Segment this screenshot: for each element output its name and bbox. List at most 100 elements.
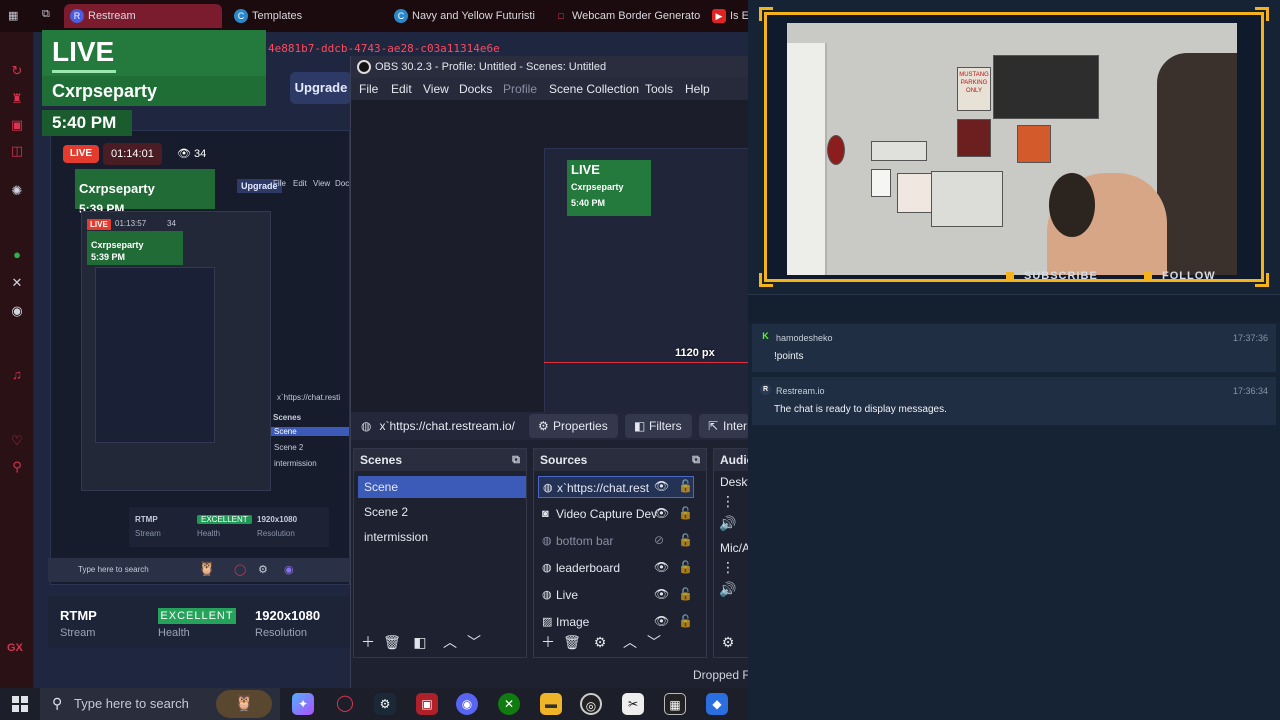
unlock-icon[interactable]: 🔓 [678,533,693,547]
roblox-icon[interactable]: ▦ [664,693,686,715]
tab-label: Is E [730,10,748,22]
unlock-icon[interactable]: 🔓 [678,560,693,574]
source-item[interactable]: ◍ x`https://chat.rest [538,476,694,498]
chat-strip [748,294,1280,322]
menu-help[interactable]: Help [685,78,710,100]
menu-docks[interactable]: Docks [459,78,492,100]
kodi-icon[interactable]: ◆ [706,693,728,715]
audio-footer: ⚙ [714,627,748,657]
messenger-icon[interactable]: ▣ [8,116,26,134]
move-up-icon[interactable]: ︿ [620,632,640,652]
menu-profile[interactable]: Profile [503,78,537,100]
audio-desktop-label: Deskt [720,475,751,489]
tab-youtube[interactable]: ▶ Is E [706,4,748,28]
gx-icon[interactable]: GX [7,642,23,654]
media-app-icon[interactable]: ▣ [416,693,438,715]
stream-label: Stream [60,627,96,639]
tab-webcam-border[interactable]: □ Webcam Border Generato [548,4,700,28]
tab-templates[interactable]: C Templates [228,4,378,28]
nested-inner-scene-3[interactable]: intermission [274,459,317,468]
upgrade-button[interactable]: Upgrade [290,72,352,104]
tab-navy-yellow[interactable]: C Navy and Yellow Futuristi [388,4,538,28]
speaker-icon[interactable]: 🔊 [718,579,738,599]
filter-icon[interactable]: ◧ [410,632,430,652]
search-placeholder: Type here to search [74,696,189,711]
windows-start-icon[interactable] [12,696,28,712]
whatsapp-icon[interactable]: ● [8,246,26,264]
gear-icon[interactable]: ⚙ [718,632,738,652]
unlock-icon[interactable]: 🔓 [678,587,693,601]
gear-icon[interactable]: ⚙ [590,632,610,652]
heart-icon[interactable]: ♡ [8,432,26,450]
sources-dock: Sources ⧉ ◍ x`https://chat.rest 👁 🔓 ◙ Vide… [533,448,707,658]
source-item[interactable]: ◍ bottom bar [538,530,694,552]
menu-view[interactable]: View [423,78,449,100]
unlock-icon[interactable]: 🔓 [678,506,693,520]
eye-icon[interactable]: 👁 [654,506,669,520]
unlock-icon[interactable]: 🔓 [678,614,693,628]
memory-frame [871,141,927,161]
robot-icon[interactable]: ♜ [8,90,26,108]
live-title: LIVE [42,30,266,76]
trash-icon[interactable]: 🗑 [562,632,582,652]
scene-item[interactable]: intermission [358,526,528,548]
file-explorer-icon[interactable]: ▬ [540,693,562,715]
unlock-icon[interactable]: 🔓 [678,479,693,493]
preview-channel: Cxrpseparty [571,182,624,192]
kebab-menu-icon[interactable]: ⋮ [718,491,738,511]
source-item[interactable]: ◍ leaderboard [538,557,694,579]
obs-titlebar[interactable]: OBS 30.2.3 - Profile: Untitled - Scenes:… [351,56,748,78]
move-down-icon[interactable]: ﹀ [644,632,664,652]
chatgpt-icon[interactable]: ✺ [8,182,26,200]
nested-inner-scene-2[interactable]: Scene 2 [274,443,303,452]
tabs-icon[interactable]: ⧉ [42,8,50,21]
grid-menu-icon[interactable]: ▦ [8,9,18,22]
obs-taskbar-icon[interactable]: ◎ [580,693,602,715]
reload-icon[interactable]: ↻ [8,62,26,80]
nested-inner-scene-1[interactable]: Scene [271,427,349,436]
chat-timestamp: 17:36:34 [1232,386,1268,396]
undock-icon[interactable]: ⧉ [512,449,520,471]
add-icon[interactable]: ＋ [358,632,378,652]
eye-off-icon[interactable]: ⊘ [654,533,664,547]
undock-icon[interactable]: ⧉ [692,449,700,471]
scene-item[interactable]: Scene [358,476,526,498]
discord-icon[interactable]: ◉ [456,693,478,715]
source-item[interactable]: ◙ Video Capture Dev [538,503,694,525]
eye-icon[interactable]: 👁 [654,614,669,628]
capcut-icon[interactable]: ✂ [622,693,644,715]
opera-gx-icon[interactable]: ◯ [334,693,356,715]
menu-scene-collection[interactable]: Scene Collection [549,78,639,100]
tab-restream[interactable]: R Restream [64,4,222,28]
youtube-icon: ▶ [712,9,726,23]
source-item[interactable]: ◍ Live [538,584,694,606]
menu-edit[interactable]: Edit [391,78,412,100]
move-down-icon[interactable]: ﹀ [464,632,484,652]
eye-icon[interactable]: 👁 [654,587,669,601]
box-icon[interactable]: ◫ [8,142,26,160]
properties-button[interactable]: ⚙ Properties [529,414,618,438]
steam-icon[interactable]: ⚙ [374,693,396,715]
menu-file[interactable]: File [359,78,378,100]
trash-icon[interactable]: 🗑 [382,632,402,652]
preview-guide-line [544,362,749,363]
obs-preview[interactable]: LIVE Cxrpseparty 5:40 PM 1120 px [351,100,749,420]
discord-icon[interactable]: ◉ [8,302,26,320]
move-up-icon[interactable]: ︿ [440,632,460,652]
owl-widget-icon[interactable]: 🦉 [216,690,272,718]
menu-tools[interactable]: Tools [645,78,673,100]
kebab-menu-icon[interactable]: ⋮ [718,557,738,577]
x-icon[interactable]: ✕ [8,274,26,292]
filters-button[interactable]: ◧ Filters [625,414,692,438]
scene-item[interactable]: Scene 2 [358,501,528,523]
speaker-icon[interactable]: 🔊 [718,513,738,533]
add-icon[interactable]: ＋ [538,632,558,652]
pin-icon[interactable]: ⚲ [8,458,26,476]
xbox-icon[interactable]: ✕ [498,693,520,715]
nested-inner-time: 5:39 PM [91,252,126,262]
copilot-icon[interactable]: ✦ [292,693,314,715]
eye-icon[interactable]: 👁 [654,560,669,574]
eye-icon[interactable]: 👁 [654,479,669,493]
music-icon[interactable]: ♫ [8,366,26,384]
interact-button[interactable]: ⇱ Inter [699,414,749,438]
